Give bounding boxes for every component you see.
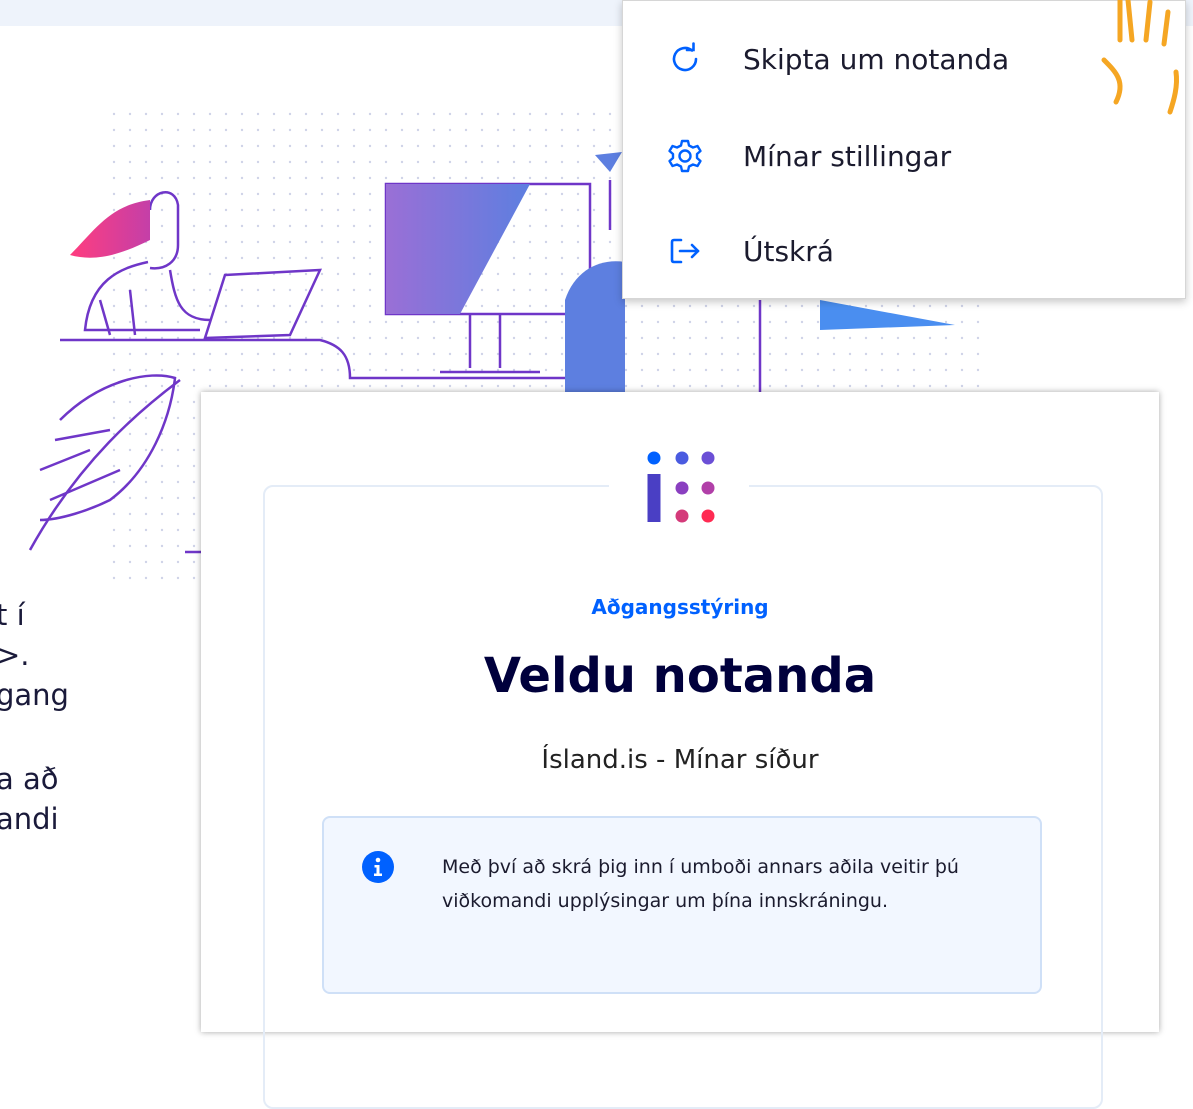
card-inner-border	[263, 485, 1103, 1109]
background-text-line: t í	[0, 598, 25, 632]
info-message: Með því að skrá þig inn í umboði annars …	[442, 856, 959, 912]
menu-item-settings[interactable]: Mínar stillingar	[623, 116, 1185, 196]
card-eyebrow: Aðgangsstýring	[591, 595, 769, 619]
background-text-line: gang	[0, 678, 69, 712]
logout-icon	[665, 231, 705, 271]
hand-pointer-icon	[1101, 0, 1179, 115]
page-title: Veldu notanda	[483, 648, 877, 704]
info-icon	[362, 851, 394, 883]
background-text-line: a að	[0, 762, 59, 796]
menu-item-logout[interactable]: Útskrá	[623, 211, 1185, 291]
menu-item-label: Mínar stillingar	[743, 139, 952, 173]
gear-icon	[665, 136, 705, 176]
background-text-line: >.	[0, 638, 30, 672]
background-text-line: andi	[0, 802, 59, 836]
menu-item-label: Útskrá	[743, 234, 834, 268]
island-logo-icon	[647, 451, 715, 523]
card-subtitle: Ísland.is - Mínar síður	[541, 745, 819, 775]
refresh-icon	[665, 39, 705, 79]
menu-item-label: Skipta um notanda	[743, 42, 1010, 76]
info-alert: Með því að skrá þig inn í umboði annars …	[322, 816, 1042, 994]
